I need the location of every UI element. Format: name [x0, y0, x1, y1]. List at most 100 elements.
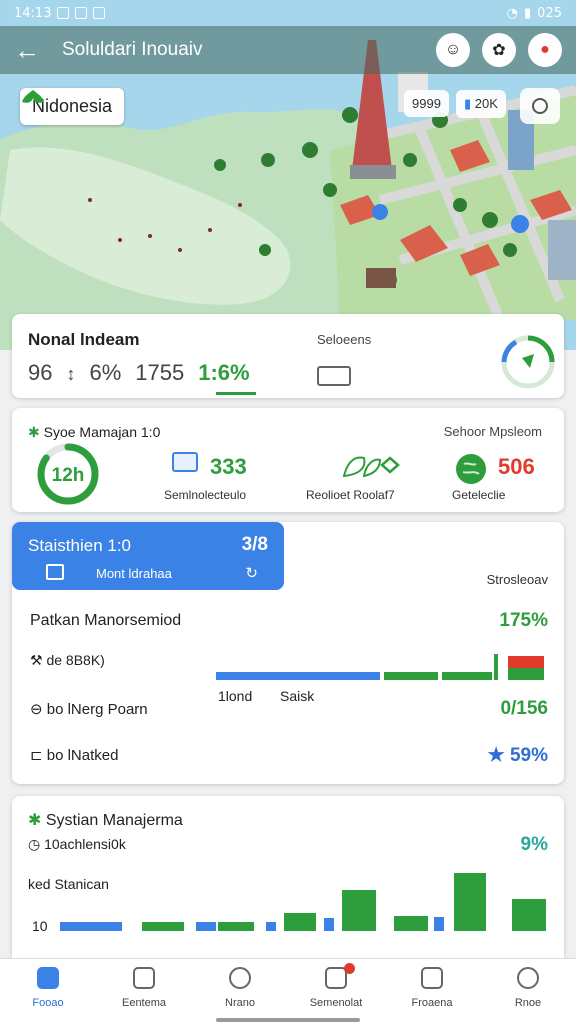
- statistics-sub: Mont ldrahaa: [96, 566, 172, 581]
- statistics-card[interactable]: Staisthien 1:0 3/8 Mont ldrahaa ↻ Strosl…: [12, 522, 564, 784]
- gauge-value: 12h: [52, 465, 85, 486]
- overview-stat: 1755: [135, 360, 185, 385]
- compass-icon: [229, 967, 251, 989]
- overview-card[interactable]: Nonal lndeam 96 ↕ 6% 1755 1:6% Seloeens: [12, 314, 564, 398]
- statistics-title: Staisthien 1:0: [28, 536, 132, 555]
- home-indicator[interactable]: [216, 1018, 360, 1022]
- row-title-value: 175%: [499, 610, 548, 631]
- signal-icon: ▮: [524, 5, 532, 21]
- nav-label: Semenolat: [309, 997, 363, 1009]
- app-title: Soluldari Inouaiv: [62, 39, 203, 60]
- card-percent: 9%: [520, 834, 548, 855]
- profile-button[interactable]: ●: [528, 33, 562, 67]
- gear-icon: ✿: [492, 42, 506, 59]
- overview-stat: 6%: [89, 360, 122, 385]
- truck-icon: [317, 366, 351, 386]
- axis-label: 1lond: [218, 688, 253, 704]
- row-label: bo lNerg Poarn: [46, 701, 148, 718]
- row-value: ★ 59%: [488, 744, 548, 767]
- chat-button[interactable]: ☺: [436, 33, 470, 67]
- chart-bar: [454, 873, 486, 931]
- notification-badge: [344, 963, 355, 974]
- nav-label: Eentema: [121, 997, 167, 1009]
- back-arrow-icon[interactable]: ←: [14, 35, 48, 66]
- settings-button[interactable]: ✿: [482, 33, 516, 67]
- nav-item-alerts[interactable]: Semenolat: [288, 959, 384, 1024]
- system-card[interactable]: Syoe Mamajan 1:0 Sehoor Mpsleom 12h 333 …: [12, 408, 564, 512]
- clock-icon: ◷: [28, 836, 45, 852]
- map-chip-label: 9999: [412, 96, 441, 111]
- chart-bar: [60, 922, 122, 931]
- star-icon: ★: [487, 745, 510, 766]
- chart-bar: [324, 918, 334, 931]
- tag-icon: ⊏: [30, 747, 47, 764]
- progress-bar-segment: [384, 672, 438, 680]
- progress-bar-segment: [442, 672, 492, 680]
- chart-bar: [142, 922, 184, 931]
- system-management-card[interactable]: Systian Manajerma ◷ 10achlensi0k 9% ked …: [12, 796, 564, 966]
- globe-icon: [454, 452, 488, 491]
- nav-item-home[interactable]: Fooao: [0, 959, 96, 1024]
- notification-icon: [75, 7, 88, 19]
- overview-stats: 96 ↕ 6% 1755 1:6%: [28, 360, 250, 386]
- chart-bar: [266, 922, 276, 931]
- clipboard-icon: [133, 967, 155, 989]
- bottom-navigation: Fooao Eentema Nrano Semenolat Froaena Rn…: [0, 958, 576, 1024]
- card-subtitle: ◷ 10achlensi0k: [28, 836, 126, 853]
- statistics-header[interactable]: Staisthien 1:0 3/8 Mont ldrahaa ↻: [12, 522, 284, 590]
- card-title: Systian Manajerma: [28, 810, 183, 830]
- row-title: Patkan Manorsemiod: [30, 612, 182, 629]
- battery-level: 025: [537, 5, 562, 21]
- metric-label: Semlnolecteulo: [164, 488, 247, 502]
- chart-bar: [196, 922, 216, 931]
- axis-value: 10: [32, 918, 48, 934]
- chart-bar: [218, 922, 254, 931]
- chart-bar: [512, 899, 546, 931]
- app-bar: ← Soluldari Inouaiv ☺ ✿ ●: [0, 26, 576, 74]
- progress-bar-segment: [508, 656, 544, 668]
- bar-chart: [60, 873, 546, 931]
- region-chip[interactable]: Nidonesia: [20, 88, 125, 125]
- document-icon: [421, 967, 443, 989]
- metric-value: 333: [210, 454, 247, 479]
- overview-title: Nonal lndeam: [28, 330, 140, 349]
- row-label: de 8B8K): [46, 652, 105, 668]
- nav-item-scan[interactable]: Nrano: [192, 959, 288, 1024]
- recycle-ring-icon: [501, 335, 555, 389]
- statistics-value: 3/8: [241, 534, 268, 555]
- overview-side-label: Seloeens: [317, 332, 372, 347]
- nav-label: Rnoe: [514, 997, 542, 1009]
- nav-label: Fooao: [32, 997, 64, 1009]
- row-label: bo lNatked: [46, 747, 119, 764]
- map-chip[interactable]: 9999: [404, 90, 449, 117]
- chart-bar: [284, 913, 316, 931]
- nav-item-tasks[interactable]: Eentema: [96, 959, 192, 1024]
- axis-label: Saisk: [280, 688, 315, 704]
- chart-bar: [342, 890, 376, 931]
- overview-stat: 96: [28, 360, 53, 385]
- map-hero[interactable]: 14:13 ◔ ▮ 025 ← Soluldari Inouaiv ☺ ✿ ● …: [0, 0, 576, 350]
- sort-icon: ↕: [66, 364, 76, 384]
- map-layer-button[interactable]: [520, 88, 560, 124]
- leaf-icon: [22, 90, 44, 103]
- map-chip[interactable]: ▮ 20K: [456, 90, 506, 118]
- progress-bar-segment: [216, 672, 380, 680]
- row-item: ⊏ bo lNatked: [30, 746, 118, 764]
- refresh-icon[interactable]: ↻: [245, 564, 258, 582]
- plant-icon: [342, 456, 400, 478]
- system-title: Syoe Mamajan 1:0: [28, 424, 161, 441]
- row-item: ⊖ bo lNerg Poarn: [30, 700, 148, 718]
- row-value-text: 59%: [509, 745, 548, 766]
- hours-gauge: 12h: [37, 443, 99, 505]
- globe-icon: [456, 454, 486, 484]
- wrench-icon: ⚒: [30, 652, 47, 668]
- nav-item-profile[interactable]: Rnoe: [480, 959, 576, 1024]
- statistics-right-label: Strosleoav: [486, 572, 548, 587]
- pin-icon: ▮: [464, 96, 475, 111]
- chart-bar: [394, 916, 428, 931]
- wifi-icon: ◔: [506, 5, 519, 21]
- notification-icon: [93, 7, 106, 19]
- nav-item-reports[interactable]: Froaena: [384, 959, 480, 1024]
- metric-label: Geteleclie: [452, 488, 506, 502]
- chat-icon: ☺: [444, 41, 462, 58]
